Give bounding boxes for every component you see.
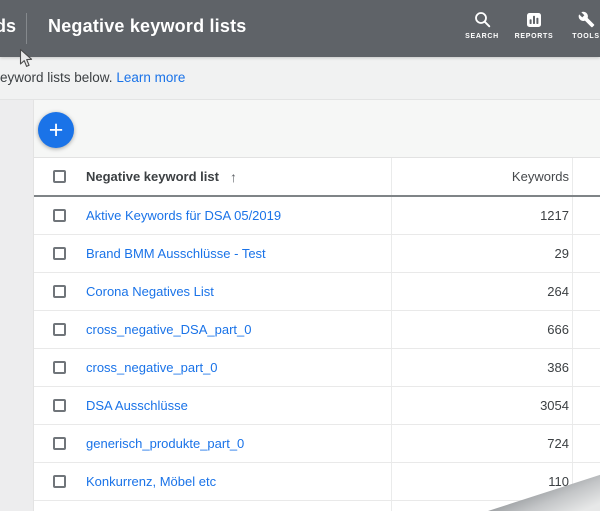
table-header-row: Negative keyword list ↑ Keywords <box>34 158 600 195</box>
app-bar: ds Negative keyword lists SEARCH REPORTS <box>0 0 600 57</box>
row-checkbox[interactable] <box>53 247 66 260</box>
table-row: DSA Ausschlüsse 3054 <box>34 387 600 425</box>
search-label: SEARCH <box>465 33 499 40</box>
table-header-border <box>34 195 600 197</box>
keywords-count: 386 <box>547 360 569 375</box>
row-checkbox[interactable] <box>53 323 66 336</box>
row-checkbox[interactable] <box>53 285 66 298</box>
list-name-link[interactable]: cross_negative_DSA_part_0 <box>86 322 252 337</box>
column-header-keywords[interactable]: Keywords <box>512 169 569 184</box>
list-name-link[interactable]: Aktive Keywords für DSA 05/2019 <box>86 208 281 223</box>
select-all-checkbox[interactable] <box>53 170 66 183</box>
row-checkbox[interactable] <box>53 361 66 374</box>
row-checkbox[interactable] <box>53 437 66 450</box>
appbar-divider <box>26 13 27 44</box>
sort-ascending-icon[interactable]: ↑ <box>230 169 237 185</box>
content-card: + Negative keyword list ↑ Keywords Aktiv… <box>33 100 600 511</box>
reports-label: REPORTS <box>515 33 554 40</box>
row-checkbox[interactable] <box>53 209 66 222</box>
keywords-count: 29 <box>555 246 569 261</box>
search-icon <box>474 11 491 28</box>
table-row: generisch_produkte_part_0 724 <box>34 425 600 463</box>
list-name-link[interactable]: DSA Ausschlüsse <box>86 398 188 413</box>
row-checkbox[interactable] <box>53 399 66 412</box>
table-row: cross_negative_part_0 386 <box>34 349 600 387</box>
table-row: cross_negative_DSA_part_0 666 <box>34 311 600 349</box>
reports-icon <box>526 11 542 28</box>
tools-icon <box>578 11 595 28</box>
add-list-button[interactable]: + <box>38 112 74 148</box>
sub-header: eyword lists below. Learn more <box>0 57 600 100</box>
page-title: Negative keyword lists <box>48 16 246 37</box>
keywords-count: 666 <box>547 322 569 337</box>
table-body: Aktive Keywords für DSA 05/2019 1217 Bra… <box>34 197 600 511</box>
description-text-partial: eyword lists below. Learn more <box>0 70 185 85</box>
keywords-count: 724 <box>547 436 569 451</box>
row-checkbox[interactable] <box>53 475 66 488</box>
negative-keyword-lists-screen: ds Negative keyword lists SEARCH REPORTS <box>0 0 600 511</box>
list-name-link[interactable]: Brand BMM Ausschlüsse - Test <box>86 246 266 261</box>
appbar-actions: SEARCH REPORTS TOOLS <box>458 11 600 51</box>
search-button[interactable]: SEARCH <box>458 11 506 51</box>
keywords-count: 264 <box>547 284 569 299</box>
description-text: eyword lists below. <box>0 70 113 85</box>
keywords-count: 3054 <box>540 398 569 413</box>
table-row: Corona Negatives List 264 <box>34 273 600 311</box>
brand-text-partial: ds <box>0 16 16 37</box>
learn-more-link[interactable]: Learn more <box>116 70 185 85</box>
list-name-link[interactable]: Konkurrenz, Möbel etc <box>86 474 216 489</box>
table-row: Brand BMM Ausschlüsse - Test 29 <box>34 235 600 273</box>
reports-button[interactable]: REPORTS <box>510 11 558 51</box>
list-name-link[interactable]: generisch_produkte_part_0 <box>86 436 244 451</box>
negative-keyword-lists-table: Negative keyword list ↑ Keywords Aktive … <box>34 157 600 511</box>
tools-label: TOOLS <box>572 33 599 40</box>
keywords-count: 1217 <box>540 208 569 223</box>
table-row: Konkurrenz, Möbel etc 110 <box>34 463 600 501</box>
list-name-link[interactable]: cross_negative_part_0 <box>86 360 218 375</box>
table-row: Aktive Keywords für DSA 05/2019 1217 <box>34 197 600 235</box>
tools-button[interactable]: TOOLS <box>562 11 600 51</box>
column-header-name[interactable]: Negative keyword list <box>86 169 219 184</box>
list-name-link[interactable]: Corona Negatives List <box>86 284 214 299</box>
